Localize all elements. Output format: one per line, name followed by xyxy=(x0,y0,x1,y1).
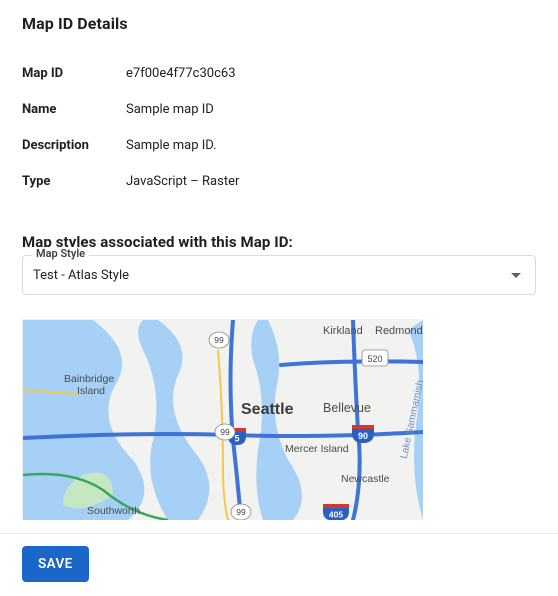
dropdown-caret-icon xyxy=(511,273,521,278)
page-title: Map ID Details xyxy=(22,14,536,33)
details-row-mapid: Map ID e7f00e4f77c30c63 xyxy=(22,55,536,91)
svg-text:Bainbridge: Bainbridge xyxy=(64,373,114,385)
svg-text:405: 405 xyxy=(329,510,343,520)
details-table: Map ID e7f00e4f77c30c63 Name Sample map … xyxy=(22,55,536,199)
styles-heading: Map styles associated with this Map ID: xyxy=(22,233,536,251)
svg-text:99: 99 xyxy=(220,427,230,437)
map-style-select[interactable]: Map Style Test - Atlas Style xyxy=(22,255,536,295)
details-row-description: Description Sample map ID. xyxy=(22,127,536,163)
save-button[interactable]: SAVE xyxy=(22,546,89,582)
footer-bar: SAVE xyxy=(0,533,558,596)
svg-text:99: 99 xyxy=(214,335,224,345)
svg-text:90: 90 xyxy=(358,431,368,441)
svg-text:Southworth: Southworth xyxy=(87,505,140,517)
details-value: JavaScript – Raster xyxy=(126,174,239,189)
svg-text:5: 5 xyxy=(234,434,239,444)
map-style-selected: Test - Atlas Style xyxy=(33,268,129,283)
details-row-type: Type JavaScript – Raster xyxy=(22,163,536,199)
svg-text:520: 520 xyxy=(367,354,382,364)
map-preview: 520 90 5 405 xyxy=(22,319,422,519)
details-row-name: Name Sample map ID xyxy=(22,91,536,127)
svg-text:Island: Island xyxy=(77,385,105,397)
details-value: Sample map ID xyxy=(126,102,214,117)
svg-text:Kirkland: Kirkland xyxy=(323,325,363,337)
details-value: Sample map ID. xyxy=(126,138,217,153)
details-key: Type xyxy=(22,174,126,189)
svg-text:Mercer Island: Mercer Island xyxy=(285,443,349,455)
details-key: Description xyxy=(22,138,126,153)
svg-text:99: 99 xyxy=(236,507,246,517)
svg-text:Newcastle: Newcastle xyxy=(341,473,390,485)
svg-text:Seattle: Seattle xyxy=(241,401,294,418)
svg-text:Redmond: Redmond xyxy=(375,325,423,337)
svg-text:Bellevue: Bellevue xyxy=(323,401,371,415)
details-value: e7f00e4f77c30c63 xyxy=(126,66,236,81)
details-key: Map ID xyxy=(22,66,126,81)
details-key: Name xyxy=(22,102,126,117)
map-style-label: Map Style xyxy=(32,247,89,260)
